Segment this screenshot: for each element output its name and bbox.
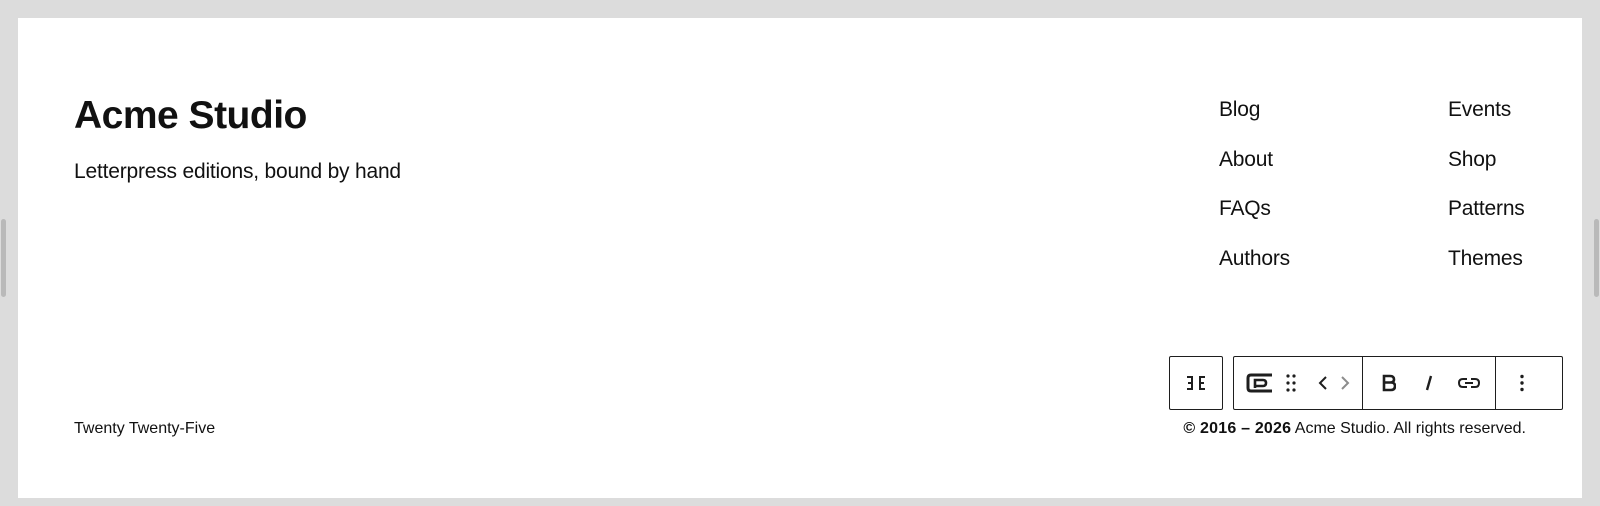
block-toolbar [1233, 356, 1563, 410]
link-icon[interactable] [1449, 357, 1489, 409]
theme-credit[interactable]: Twenty Twenty-Five [74, 420, 215, 438]
site-tagline[interactable]: Letterpress editions, bound by hand [74, 160, 401, 184]
move-right-icon[interactable] [1334, 357, 1356, 409]
copyright-text[interactable]: © 2016 – 2026 Acme Studio. All rights re… [1183, 420, 1526, 438]
copyright-owner: Acme Studio. All rights reserved. [1291, 420, 1526, 437]
nav-link-themes[interactable]: Themes [1448, 247, 1525, 297]
toolbar-format-group [1363, 357, 1496, 409]
toolbar-options-group [1496, 357, 1548, 409]
footer-nav-column-1: Blog About FAQs Authors [1219, 98, 1290, 296]
editor-canvas: Acme Studio Letterpress editions, bound … [18, 18, 1582, 498]
footer-nav-column-2: Events Shop Patterns Themes [1448, 98, 1525, 296]
move-left-icon[interactable] [1312, 357, 1334, 409]
nav-link-about[interactable]: About [1219, 148, 1290, 198]
nav-link-patterns[interactable]: Patterns [1448, 197, 1525, 247]
left-resize-handle[interactable] [1, 219, 6, 297]
nav-link-authors[interactable]: Authors [1219, 247, 1290, 297]
paragraph-block-icon[interactable] [1240, 357, 1280, 409]
select-parent-icon[interactable] [1176, 357, 1216, 409]
drag-handle-icon[interactable] [1280, 357, 1302, 409]
toolbar-parent-group [1169, 356, 1223, 410]
nav-link-blog[interactable]: Blog [1219, 98, 1290, 148]
nav-link-faqs[interactable]: FAQs [1219, 197, 1290, 247]
italic-icon[interactable] [1409, 357, 1449, 409]
bold-icon[interactable] [1369, 357, 1409, 409]
nav-link-shop[interactable]: Shop [1448, 148, 1525, 198]
site-title[interactable]: Acme Studio [74, 94, 307, 138]
toolbar-block-group [1234, 357, 1363, 409]
nav-link-events[interactable]: Events [1448, 98, 1525, 148]
more-options-icon[interactable] [1502, 357, 1542, 409]
right-resize-handle[interactable] [1594, 219, 1599, 297]
copyright-years: © 2016 – 2026 [1183, 420, 1292, 437]
